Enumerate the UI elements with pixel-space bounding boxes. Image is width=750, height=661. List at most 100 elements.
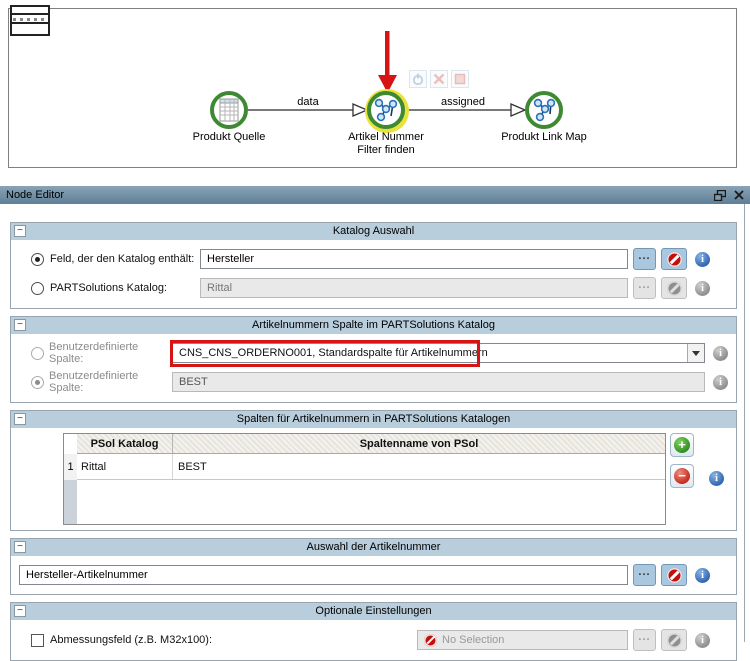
node-editor-panel: − Katalog Auswahl Feld, der den Katalog … <box>0 204 745 661</box>
node-editor-titlebar: Node Editor <box>0 186 750 204</box>
row-abmessungsfeld: Abmessungsfeld (z.B. M32x100): No Select… <box>31 629 710 651</box>
section-spalten-tabelle: − Spalten für Artikelnummern in PARTSolu… <box>10 410 737 531</box>
clear-selection-button-disabled <box>661 277 687 299</box>
cell-spaltenname[interactable]: BEST <box>173 461 665 473</box>
edge-label-data: data <box>297 96 319 108</box>
row-benutzerdefinierte-spalte-best: Benutzerdefinierte Spalte: <box>31 370 728 394</box>
clear-selection-button-disabled <box>661 629 687 651</box>
info-icon[interactable] <box>709 471 724 486</box>
edge-arrowhead-icon <box>352 103 369 117</box>
spalten-table[interactable]: PSol Katalog Spaltenname von PSol 1 Ritt… <box>63 433 666 525</box>
section-title: Katalog Auswahl <box>332 225 415 237</box>
dropdown-value: CNS_CNS_ORDERNO001, Standardspalte für A… <box>179 347 488 359</box>
minus-icon: − <box>674 468 690 484</box>
delete-x-icon[interactable] <box>430 70 448 88</box>
section-header: − Optionale Einstellungen <box>11 603 736 620</box>
field-label: Feld, der den Katalog enthält: <box>50 253 195 265</box>
section-title: Optionale Einstellungen <box>315 605 432 617</box>
edge-arrowhead-icon <box>510 103 527 117</box>
section-header: − Artikelnummern Spalte im PARTSolutions… <box>11 317 736 334</box>
info-icon <box>713 374 728 390</box>
column-header-spaltenname: Spaltenname von PSol <box>359 437 479 450</box>
artikelnummer-field[interactable] <box>19 565 628 585</box>
no-selection-text: No Selection <box>442 634 505 646</box>
abmessungsfeld-checkbox[interactable] <box>31 633 44 647</box>
node-artikel-nummer-filter[interactable] <box>367 91 405 129</box>
row-artikelnummer: ... <box>19 564 710 586</box>
clear-selection-button[interactable] <box>661 248 687 270</box>
abmessungsfeld-field: No Selection <box>417 630 628 650</box>
node-label-artikel-nummer-filter: Artikel Nummer Filter finden <box>348 131 424 156</box>
add-row-button[interactable]: + <box>670 433 694 457</box>
network-icon <box>533 98 556 122</box>
clear-selection-button[interactable] <box>661 564 687 586</box>
info-icon <box>713 345 728 361</box>
no-entry-icon <box>666 251 682 267</box>
close-icon[interactable] <box>734 190 744 200</box>
section-title: Auswahl der Artikelnummer <box>306 541 441 553</box>
collapse-icon[interactable]: − <box>14 413 26 425</box>
section-header: − Spalten für Artikelnummern in PARTSolu… <box>11 411 736 428</box>
browse-button-disabled: ... <box>633 629 656 651</box>
spalte-dropdown[interactable]: CNS_CNS_ORDERNO001, Standardspalte für A… <box>170 340 705 367</box>
rittal-field <box>200 278 628 298</box>
field-label: Benutzerdefinierte Spalte: <box>49 341 139 365</box>
node-label-produkt-link-map: Produkt Link Map <box>501 131 587 143</box>
collapse-icon[interactable]: − <box>14 605 26 617</box>
info-icon <box>695 280 710 296</box>
section-katalog-auswahl: − Katalog Auswahl Feld, der den Katalog … <box>10 222 737 309</box>
collapse-icon[interactable]: − <box>14 319 26 331</box>
cell-psol-katalog[interactable]: Rittal <box>77 454 173 479</box>
chevron-down-icon[interactable] <box>687 344 704 362</box>
no-entry-icon <box>666 632 682 648</box>
collapse-icon[interactable]: − <box>14 225 26 237</box>
row-benutzerdefinierte-spalte-dropdown: Benutzerdefinierte Spalte: CNS_CNS_ORDER… <box>31 340 728 367</box>
network-icon <box>374 98 398 122</box>
stop-square-icon[interactable] <box>451 70 469 88</box>
remove-row-button[interactable]: − <box>670 464 694 488</box>
plus-icon: + <box>674 437 690 453</box>
power-icon[interactable] <box>409 70 427 88</box>
section-title: Artikelnummern Spalte im PARTSolutions K… <box>252 319 495 331</box>
field-label: Benutzerdefinierte Spalte: <box>49 370 139 394</box>
radio-benutzerdefinierte-spalte <box>31 346 44 360</box>
node-label-produkt-quelle: Produkt Quelle <box>192 131 266 143</box>
row-number[interactable]: 1 <box>64 454 77 480</box>
column-header-psol-katalog: PSol Katalog <box>77 434 173 453</box>
table-header-row: PSol Katalog Spaltenname von PSol <box>77 434 665 454</box>
radio-partsolutions-katalog[interactable] <box>31 281 44 295</box>
section-artikelnummern-spalte: − Artikelnummern Spalte im PARTSolutions… <box>10 316 737 403</box>
row-feld-katalog: Feld, der den Katalog enthält: ... <box>31 248 710 270</box>
node-hover-toolbar <box>409 70 469 88</box>
section-header: − Katalog Auswahl <box>11 223 736 240</box>
row-partsolutions-katalog: PARTSolutions Katalog: ... <box>31 277 710 299</box>
node-produkt-quelle[interactable] <box>210 91 248 129</box>
collapse-icon[interactable]: − <box>14 541 26 553</box>
workflow-canvas: data assigned Produkt Quelle Artikel Num… <box>8 5 737 168</box>
edge-label-assigned: assigned <box>440 96 486 108</box>
node-produkt-link-map[interactable] <box>525 91 563 129</box>
section-header: − Auswahl der Artikelnummer <box>11 539 736 556</box>
no-selection-icon <box>424 633 437 647</box>
browse-button[interactable]: ... <box>633 248 656 270</box>
field-label: Abmessungsfeld (z.B. M32x100): <box>50 634 213 646</box>
section-auswahl-artikelnummer: − Auswahl der Artikelnummer ... <box>10 538 737 595</box>
section-optionale-einstellungen: − Optionale Einstellungen Abmessungsfeld… <box>10 602 737 661</box>
info-icon[interactable] <box>695 567 710 583</box>
radio-feld-katalog[interactable] <box>31 252 44 266</box>
section-title: Spalten für Artikelnummern in PARTSoluti… <box>236 413 511 425</box>
radio-benutzerdefinierte-spalte-best <box>31 375 44 389</box>
browse-button-disabled: ... <box>633 277 656 299</box>
table-row[interactable]: Rittal BEST <box>77 454 665 480</box>
panel-title: Node Editor <box>6 189 65 201</box>
hersteller-field[interactable] <box>200 249 628 269</box>
browse-button[interactable]: ... <box>633 564 656 586</box>
info-icon <box>695 632 710 648</box>
field-label: PARTSolutions Katalog: <box>50 282 167 294</box>
best-field <box>172 372 705 392</box>
float-window-icon[interactable] <box>714 189 726 201</box>
no-entry-icon <box>666 280 682 296</box>
no-entry-icon <box>666 567 682 583</box>
info-icon[interactable] <box>695 251 710 267</box>
spreadsheet-icon <box>219 98 239 122</box>
